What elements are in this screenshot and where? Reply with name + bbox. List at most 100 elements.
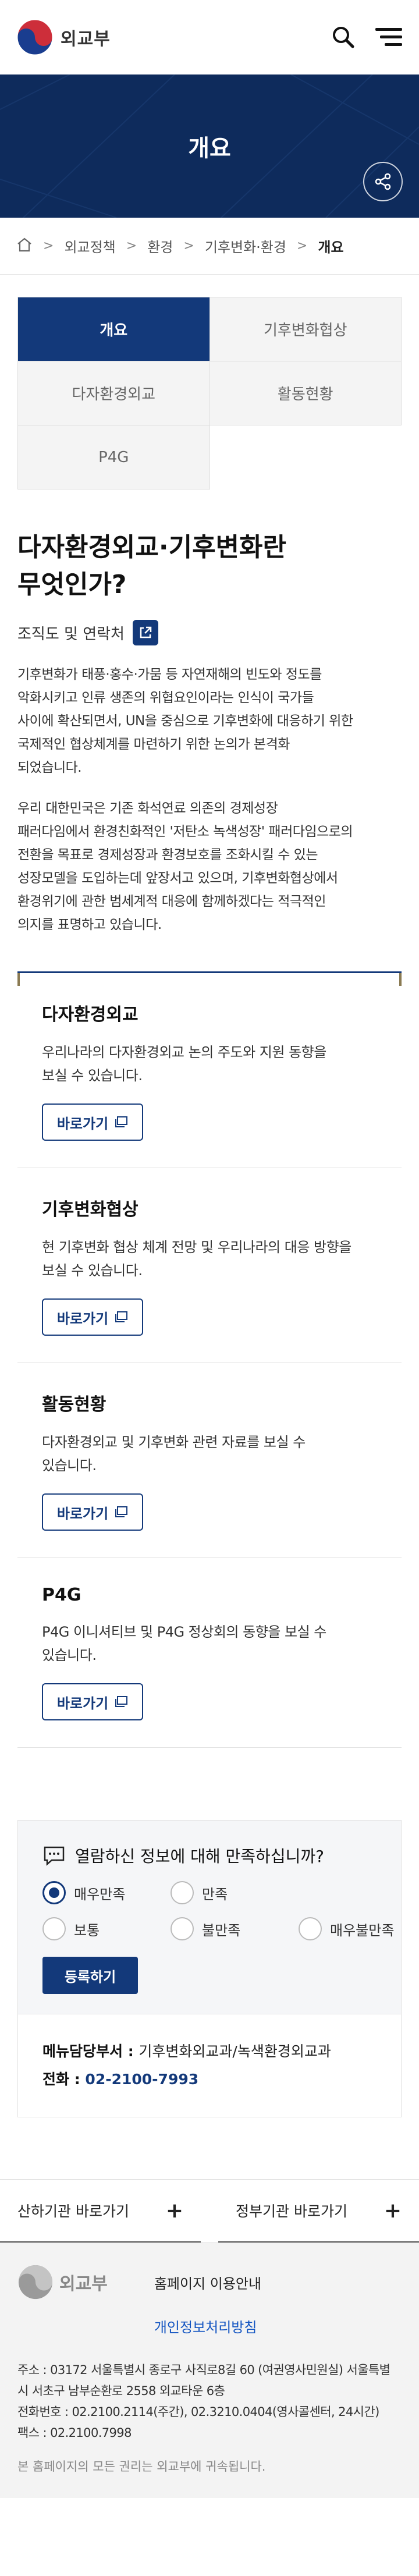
logo-text: 외교부 bbox=[61, 29, 111, 49]
breadcrumb-item[interactable]: 기후변화·환경 bbox=[205, 236, 286, 256]
card-title: P4G bbox=[42, 1585, 81, 1605]
privacy-policy-link[interactable]: 개인정보처리방침 bbox=[154, 2316, 261, 2336]
org-link[interactable]: 조직도 및 연락처 bbox=[17, 620, 402, 645]
card-description: 현 기후변화 협상 체계 전망 및 우리나라의 대응 방향을 보실 수 있습니다… bbox=[42, 1236, 377, 1282]
card-title: 기후변화협상 bbox=[42, 1200, 139, 1220]
dept-label: 메뉴담당부서 bbox=[42, 2043, 123, 2060]
breadcrumb-item[interactable]: 환경 bbox=[147, 236, 173, 256]
link-card: 다자환경외교 우리나라의 다자환경외교 논의 주도와 지원 동향을 보실 수 있… bbox=[17, 973, 402, 1168]
go-button-label: 바로가기 bbox=[56, 1505, 109, 1522]
tab-p4g[interactable]: P4G bbox=[18, 425, 210, 489]
survey-option-neutral[interactable]: 보통 bbox=[42, 1917, 171, 1940]
related-label: 정부기관 바로가기 bbox=[236, 2203, 347, 2220]
section-title-line: 다자환경외교·기후변화란 bbox=[17, 533, 286, 562]
page-title: 개요 bbox=[188, 135, 231, 162]
page-banner: 개요 bbox=[0, 74, 419, 218]
affiliated-agencies-toggle[interactable]: 산하기관 바로가기 + bbox=[0, 2180, 201, 2243]
tab-climate-negotiation[interactable]: 기후변화협상 bbox=[210, 297, 402, 361]
search-icon[interactable] bbox=[329, 23, 357, 51]
footer-info: 주소 : 03172 서울특별시 종로구 사직로8길 60 (여권영사민원실) … bbox=[17, 2359, 402, 2443]
card-desc-line: 보실 수 있습니다. bbox=[42, 1262, 143, 1279]
radio-button[interactable] bbox=[171, 1917, 194, 1940]
survey-question-text: 열람하신 정보에 대해 만족하십니까? bbox=[75, 1847, 324, 1866]
submit-button[interactable]: 등록하기 bbox=[42, 1957, 138, 1994]
card-description: 우리나라의 다자환경외교 논의 주도와 지원 동향을 보실 수 있습니다. bbox=[42, 1041, 377, 1087]
header-actions bbox=[329, 23, 403, 51]
phone-colon: : bbox=[69, 2071, 86, 2088]
intro-paragraph-2: 우리 대한민국은 기존 화석연료 의존의 경제성장 패러다임에서 환경친화적인 … bbox=[17, 797, 402, 936]
option-label: 매우불만족 bbox=[330, 1922, 395, 1939]
link-card: 활동현황 다자환경외교 및 기후변화 관련 자료를 보실 수 있습니다. 바로가… bbox=[17, 1363, 402, 1558]
survey-option-dissatisfied[interactable]: 불만족 bbox=[171, 1917, 299, 1940]
share-icon[interactable] bbox=[363, 162, 403, 201]
card-title: 다자환경외교 bbox=[42, 1005, 139, 1025]
card-desc-line: 있습니다. bbox=[42, 1647, 97, 1663]
go-button[interactable]: 바로가기 bbox=[42, 1683, 143, 1720]
main-content: 다자환경외교·기후변화란 무엇인가? 조직도 및 연락처 기후변화가 태풍·홍수… bbox=[0, 529, 419, 2117]
sub-tabs: 개요 기후변화협상 다자환경외교 활동현황 P4G bbox=[17, 297, 402, 489]
site-guide-link[interactable]: 홈페이지 이용안내 bbox=[154, 2276, 261, 2292]
para-line: 의지를 표명하고 있습니다. bbox=[17, 917, 162, 932]
phone-value[interactable]: 02-2100-7993 bbox=[85, 2071, 198, 2088]
radio-button[interactable] bbox=[171, 1881, 194, 1904]
para-line: 전환을 목표로 경제성장과 환경보호를 조화시킬 수 있는 bbox=[17, 847, 318, 863]
plus-icon: + bbox=[165, 2198, 183, 2223]
copyright: 본 홈페이지의 모든 권리는 외교부에 귀속됩니다. bbox=[17, 2460, 266, 2474]
tab-activity[interactable]: 활동현황 bbox=[210, 361, 402, 425]
footer-top: 외교부 홈페이지 이용안내 개인정보처리방침 bbox=[17, 2264, 402, 2336]
link-card: 기후변화협상 현 기후변화 협상 체계 전망 및 우리나라의 대응 방향을 보실… bbox=[17, 1168, 402, 1363]
phone-row: 전화 : 02-2100-7993 bbox=[42, 2066, 377, 2094]
go-button[interactable]: 바로가기 bbox=[42, 1493, 143, 1531]
option-label: 만족 bbox=[202, 1886, 228, 1903]
site-header: 외교부 bbox=[0, 0, 419, 74]
taegeuk-emblem-gray-icon bbox=[18, 2265, 53, 2300]
plus-icon: + bbox=[384, 2198, 402, 2223]
link-card: P4G P4G 이니셔티브 및 P4G 정상회의 동향을 보실 수 있습니다. … bbox=[17, 1558, 402, 1748]
go-button[interactable]: 바로가기 bbox=[42, 1104, 143, 1141]
section-title: 다자환경외교·기후변화란 무엇인가? bbox=[17, 529, 402, 604]
survey-option-very-dissatisfied[interactable]: 매우불만족 bbox=[299, 1917, 419, 1940]
dept-colon: : bbox=[123, 2043, 139, 2060]
card-desc-line: P4G 이니셔티브 및 P4G 정상회의 동향을 보실 수 bbox=[42, 1624, 326, 1640]
intro-paragraph-1: 기후변화가 태풍·홍수·가뭄 등 자연재해의 빈도와 정도를 악화시키고 인류 … bbox=[17, 663, 402, 779]
breadcrumb-separator: > bbox=[126, 239, 137, 253]
radio-button[interactable] bbox=[299, 1917, 322, 1940]
breadcrumb-item[interactable]: 외교정책 bbox=[64, 236, 115, 256]
radio-button[interactable] bbox=[42, 1881, 66, 1904]
address-line: 주소 : 03172 서울특별시 종로구 사직로8길 60 (여권영사민원실) … bbox=[17, 2363, 390, 2377]
card-description: P4G 이니셔티브 및 P4G 정상회의 동향을 보실 수 있습니다. bbox=[42, 1620, 377, 1667]
tab-multilateral-env[interactable]: 다자환경외교 bbox=[18, 361, 210, 425]
phone-line: 전화번호 : 02.2100.2114(주간), 02.3210.0404(영사… bbox=[17, 2405, 379, 2419]
phone-label: 전화 bbox=[42, 2071, 70, 2088]
para-line: 되었습니다. bbox=[17, 760, 82, 775]
card-desc-line: 있습니다. bbox=[42, 1457, 97, 1474]
footer-links: 홈페이지 이용안내 개인정보처리방침 bbox=[154, 2264, 261, 2336]
go-button[interactable]: 바로가기 bbox=[42, 1298, 143, 1336]
section-title-line: 무엇인가? bbox=[17, 570, 127, 599]
para-line: 기후변화가 태풍·홍수·가뭄 등 자연재해의 빈도와 정도를 bbox=[17, 667, 322, 682]
home-icon[interactable] bbox=[16, 237, 33, 256]
tab-overview[interactable]: 개요 bbox=[18, 297, 210, 361]
site-logo[interactable]: 외교부 bbox=[16, 19, 111, 56]
government-agencies-toggle[interactable]: 정부기관 바로가기 + bbox=[218, 2180, 419, 2243]
option-label: 매우만족 bbox=[74, 1886, 126, 1903]
survey-option-very-satisfied[interactable]: 매우만족 bbox=[42, 1881, 171, 1904]
option-label: 보통 bbox=[74, 1922, 100, 1939]
fax-line: 팩스 : 02.2100.7998 bbox=[17, 2426, 132, 2440]
card-desc-line: 보실 수 있습니다. bbox=[42, 1067, 143, 1084]
radio-button[interactable] bbox=[42, 1917, 66, 1940]
new-window-icon bbox=[115, 1311, 128, 1322]
address-line: 시 서초구 남부순환로 2558 외교타운 6층 bbox=[17, 2384, 225, 2398]
external-link-icon bbox=[132, 620, 158, 645]
survey-options: 매우만족 만족 보통 불만족 매우불만족 bbox=[42, 1881, 394, 1940]
card-desc-line: 현 기후변화 협상 체계 전망 및 우리나라의 대응 방향을 bbox=[42, 1239, 351, 1255]
para-line: 성장모델을 도입하는데 앞장서고 있으며, 기후변화협상에서 bbox=[17, 871, 338, 886]
breadcrumb-separator: > bbox=[43, 239, 54, 253]
new-window-icon bbox=[115, 1696, 128, 1707]
go-button-label: 바로가기 bbox=[56, 1695, 109, 1712]
survey-question: 열람하신 정보에 대해 만족하십니까? bbox=[42, 1844, 377, 1867]
dept-row: 메뉴담당부서 : 기후변화외교과/녹색환경외교과 bbox=[42, 2038, 377, 2066]
survey-option-satisfied[interactable]: 만족 bbox=[171, 1881, 299, 1904]
hamburger-menu-icon[interactable] bbox=[375, 23, 403, 51]
card-description: 다자환경외교 및 기후변화 관련 자료를 보실 수 있습니다. bbox=[42, 1431, 377, 1477]
